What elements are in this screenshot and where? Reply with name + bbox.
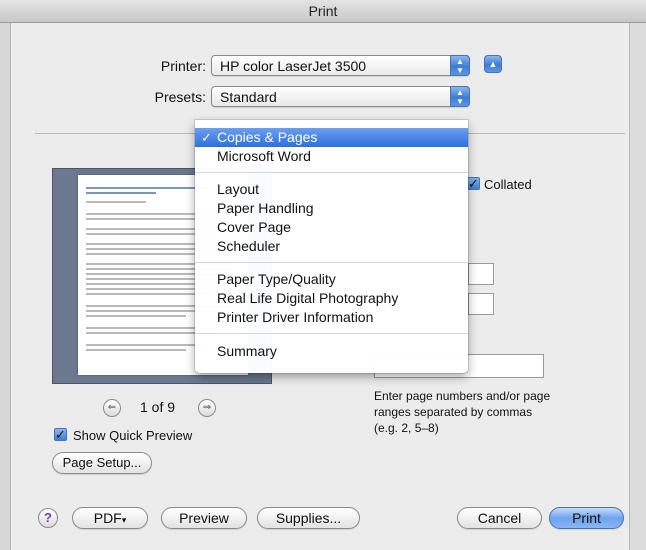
preview-text-line xyxy=(86,293,206,295)
menu-divider xyxy=(195,333,468,334)
menu-item-label: Microsoft Word xyxy=(217,148,311,164)
menu-item-label: Paper Handling xyxy=(217,200,314,216)
preview-text-line xyxy=(86,315,186,317)
menu-item-label: Copies & Pages xyxy=(217,129,318,145)
menu-item-copies-pages[interactable]: ✓ Copies & Pages xyxy=(195,128,468,147)
menu-item-microsoft-word[interactable]: Microsoft Word xyxy=(195,147,468,166)
menu-item-real-life-digital-photography[interactable]: Real Life Digital Photography xyxy=(195,289,468,308)
menu-item-cover-page[interactable]: Cover Page xyxy=(195,218,468,237)
presets-popup[interactable]: Standard ▲ ▼ xyxy=(211,86,470,107)
page-setup-button[interactable]: Page Setup... xyxy=(52,452,152,474)
next-page-button[interactable]: ⇒ xyxy=(198,399,216,417)
panel-selector-menu: ✓ Copies & Pages Microsoft Word Layout P… xyxy=(195,120,468,373)
presets-label: Presets: xyxy=(154,89,206,105)
pages-from-field[interactable] xyxy=(468,263,494,285)
pdf-button[interactable]: PDF▾ xyxy=(72,507,148,529)
page-range-hint: Enter page numbers and/or page ranges se… xyxy=(374,389,551,435)
menu-item-label: Printer Driver Information xyxy=(217,309,374,325)
cancel-button[interactable]: Cancel xyxy=(457,507,542,529)
menu-item-printer-driver-information[interactable]: Printer Driver Information xyxy=(195,308,468,327)
previous-page-button[interactable]: ⇐ xyxy=(103,399,121,417)
menu-divider xyxy=(195,262,468,263)
window-title: Print xyxy=(0,0,646,23)
pages-to-field[interactable] xyxy=(468,293,494,315)
preview-button[interactable]: Preview xyxy=(161,507,247,529)
collated-label: Collated xyxy=(484,177,532,192)
preview-text-line xyxy=(86,344,206,346)
menu-item-paper-handling[interactable]: Paper Handling xyxy=(195,199,468,218)
collated-checkbox[interactable]: ✓ xyxy=(467,177,480,190)
show-quick-preview-checkbox[interactable]: ✓ xyxy=(54,428,67,441)
preview-text-line xyxy=(86,187,206,189)
pdf-dropdown-arrow-icon: ▾ xyxy=(121,515,127,525)
menu-item-label: Real Life Digital Photography xyxy=(217,290,399,306)
menu-item-scheduler[interactable]: Scheduler xyxy=(195,237,468,256)
window-right-edge xyxy=(629,0,646,550)
pdf-label: PDF xyxy=(93,510,122,526)
supplies-button[interactable]: Supplies... xyxy=(257,507,360,529)
presets-value: Standard xyxy=(220,89,277,105)
menu-item-label: Paper Type/Quality xyxy=(217,271,336,287)
menu-item-label: Cover Page xyxy=(217,219,291,235)
menu-item-paper-type-quality[interactable]: Paper Type/Quality xyxy=(195,270,468,289)
menu-divider xyxy=(195,172,468,173)
printer-label: Printer: xyxy=(160,58,206,74)
print-button[interactable]: Print xyxy=(549,507,624,529)
expand-disclosure-button[interactable]: ▲ xyxy=(484,55,502,73)
preview-text-line xyxy=(86,349,186,351)
menu-item-summary[interactable]: Summary xyxy=(195,342,468,361)
show-quick-preview-label: Show Quick Preview xyxy=(73,428,193,443)
menu-item-label: Summary xyxy=(217,343,277,359)
help-button[interactable]: ? xyxy=(38,508,58,528)
page-indicator: 1 of 9 xyxy=(140,399,176,415)
printer-popup[interactable]: HP color LaserJet 3500 ▲ ▼ xyxy=(211,55,470,76)
popup-arrows-icon: ▲ ▼ xyxy=(450,55,470,76)
window-left-edge xyxy=(0,0,11,550)
checkmark-icon: ✓ xyxy=(201,130,212,145)
menu-item-layout[interactable]: Layout xyxy=(195,180,468,199)
preview-text-line xyxy=(86,192,156,194)
preview-text-line xyxy=(86,253,196,255)
printer-value: HP color LaserJet 3500 xyxy=(220,58,367,74)
popup-arrows-icon: ▲ ▼ xyxy=(450,86,470,107)
preview-text-line xyxy=(86,201,146,203)
menu-item-label: Scheduler xyxy=(217,238,281,254)
menu-item-label: Layout xyxy=(217,181,260,197)
